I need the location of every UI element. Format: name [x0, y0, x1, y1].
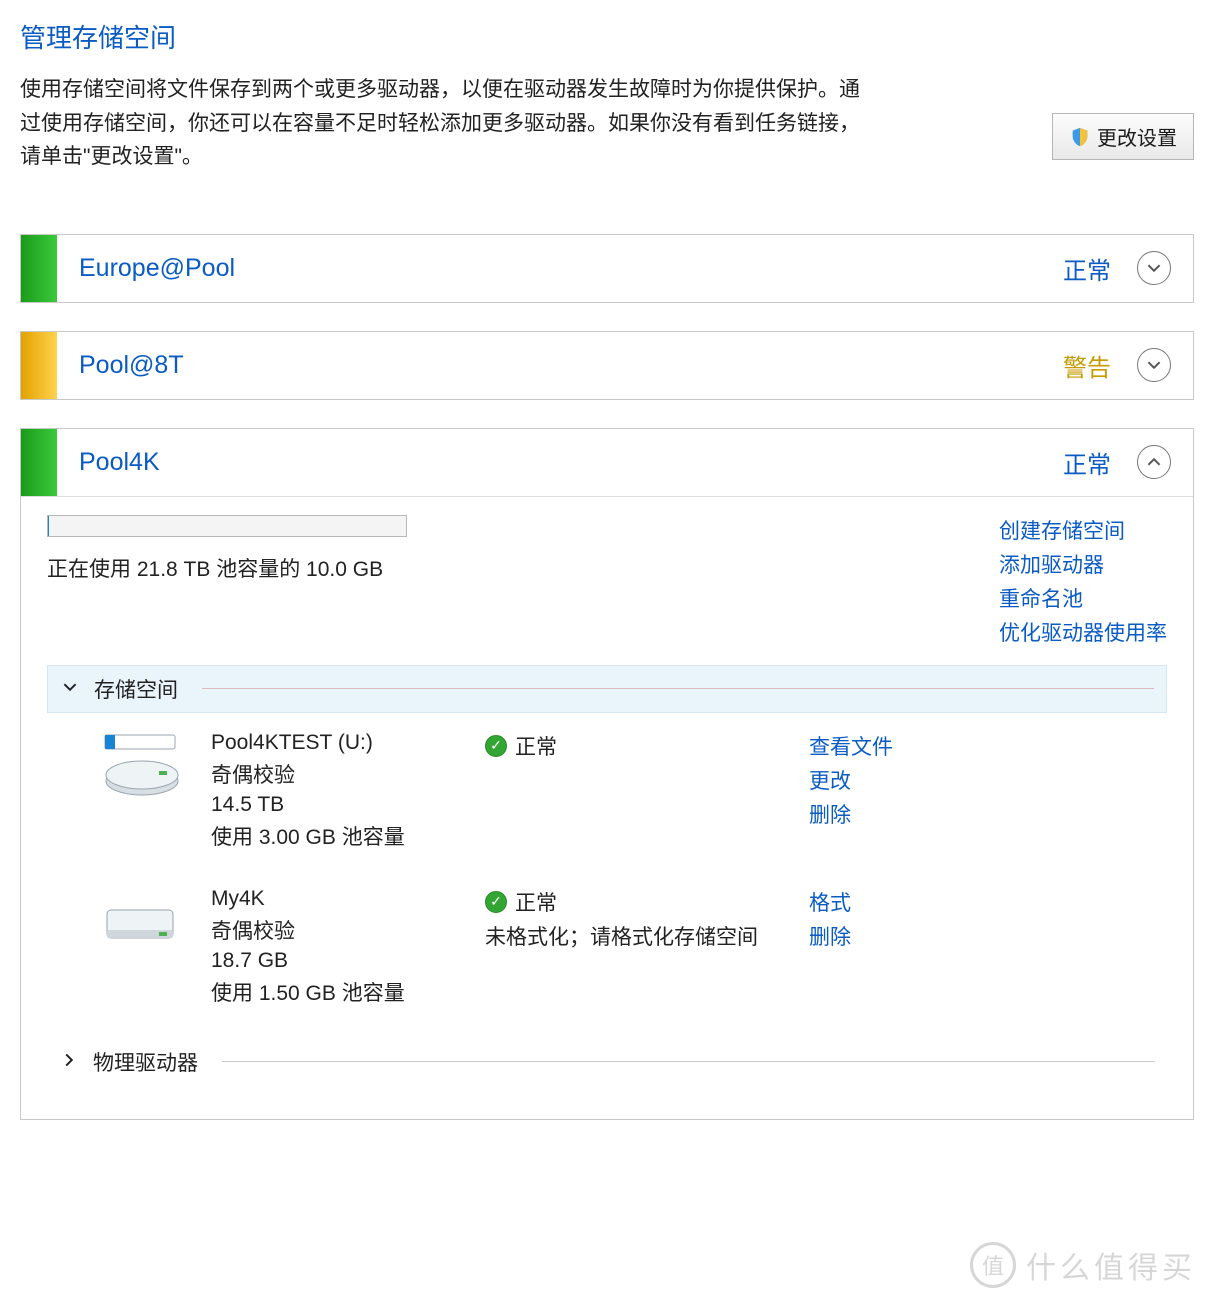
space-type: 奇偶校验 [211, 759, 461, 789]
space-size: 18.7 GB [211, 949, 461, 973]
drive-icon [97, 887, 187, 957]
page-description: 使用存储空间将文件保存到两个或更多驱动器，以便在驱动器发生故障时为你提供保护。通… [20, 73, 880, 174]
status-indicator [21, 332, 57, 399]
usage-bar [47, 515, 407, 537]
pool-name: Europe@Pool [79, 254, 235, 283]
storage-space-item: My4K 奇偶校验 18.7 GB 使用 1.50 GB 池容量 ✓ 正常 未格… [47, 869, 1167, 1025]
space-use: 使用 1.50 GB 池容量 [211, 977, 461, 1007]
space-use: 使用 3.00 GB 池容量 [211, 821, 461, 851]
section-header-spaces[interactable]: 存储空间 [47, 665, 1167, 713]
status-indicator [21, 235, 57, 302]
delete-link[interactable]: 删除 [809, 921, 851, 951]
divider [202, 688, 1154, 689]
pool-row-europe[interactable]: Europe@Pool 正常 [20, 234, 1194, 303]
pool-name: Pool4K [79, 448, 160, 477]
divider [222, 1061, 1155, 1062]
space-status: 正常 [515, 887, 557, 917]
chevron-down-icon[interactable] [1137, 251, 1171, 285]
watermark: 值 什么值得买 [970, 1242, 1196, 1288]
page-title: 管理存储空间 [20, 18, 1194, 55]
section-header-physical[interactable]: 物理驱动器 [47, 1033, 1167, 1091]
pool-status: 正常 [1063, 251, 1111, 286]
pool-name: Pool@8T [79, 351, 184, 380]
chevron-down-icon [60, 678, 80, 699]
ok-icon: ✓ [485, 735, 507, 757]
change-settings-button[interactable]: 更改设置 [1052, 113, 1194, 160]
pool-status: 警告 [1063, 348, 1111, 383]
status-indicator [21, 429, 57, 496]
space-size: 14.5 TB [211, 793, 461, 817]
create-space-link[interactable]: 创建存储空间 [999, 515, 1167, 545]
usage-text: 正在使用 21.8 TB 池容量的 10.0 GB [47, 553, 407, 583]
delete-link[interactable]: 删除 [809, 799, 893, 829]
pool-status: 正常 [1063, 445, 1111, 480]
change-link[interactable]: 更改 [809, 765, 893, 795]
chevron-down-icon[interactable] [1137, 348, 1171, 382]
rename-pool-link[interactable]: 重命名池 [999, 583, 1167, 613]
change-settings-label: 更改设置 [1097, 122, 1177, 151]
pool-actions: 创建存储空间 添加驱动器 重命名池 优化驱动器使用率 [999, 515, 1167, 647]
section-label: 物理驱动器 [93, 1047, 198, 1077]
chevron-right-icon [59, 1051, 79, 1072]
pool-card-pool4k: Pool4K 正常 正在使用 21.8 TB 池容量的 10.0 GB 创建存储… [20, 428, 1194, 1120]
space-name: Pool4KTEST (U:) [211, 731, 461, 755]
space-name: My4K [211, 887, 461, 911]
optimize-link[interactable]: 优化驱动器使用率 [999, 617, 1167, 647]
pool-row-pool4k[interactable]: Pool4K 正常 [21, 429, 1193, 497]
space-type: 奇偶校验 [211, 915, 461, 945]
drive-icon [97, 731, 187, 801]
pool-row-8t[interactable]: Pool@8T 警告 [20, 331, 1194, 400]
add-drive-link[interactable]: 添加驱动器 [999, 549, 1167, 579]
section-label: 存储空间 [94, 674, 178, 704]
view-files-link[interactable]: 查看文件 [809, 731, 893, 761]
chevron-up-icon[interactable] [1137, 445, 1171, 479]
space-status: 正常 [515, 731, 557, 761]
storage-space-item: Pool4KTEST (U:) 奇偶校验 14.5 TB 使用 3.00 GB … [47, 713, 1167, 869]
space-note: 未格式化；请格式化存储空间 [485, 921, 785, 951]
format-link[interactable]: 格式 [809, 887, 851, 917]
ok-icon: ✓ [485, 891, 507, 913]
shield-icon [1069, 126, 1091, 148]
